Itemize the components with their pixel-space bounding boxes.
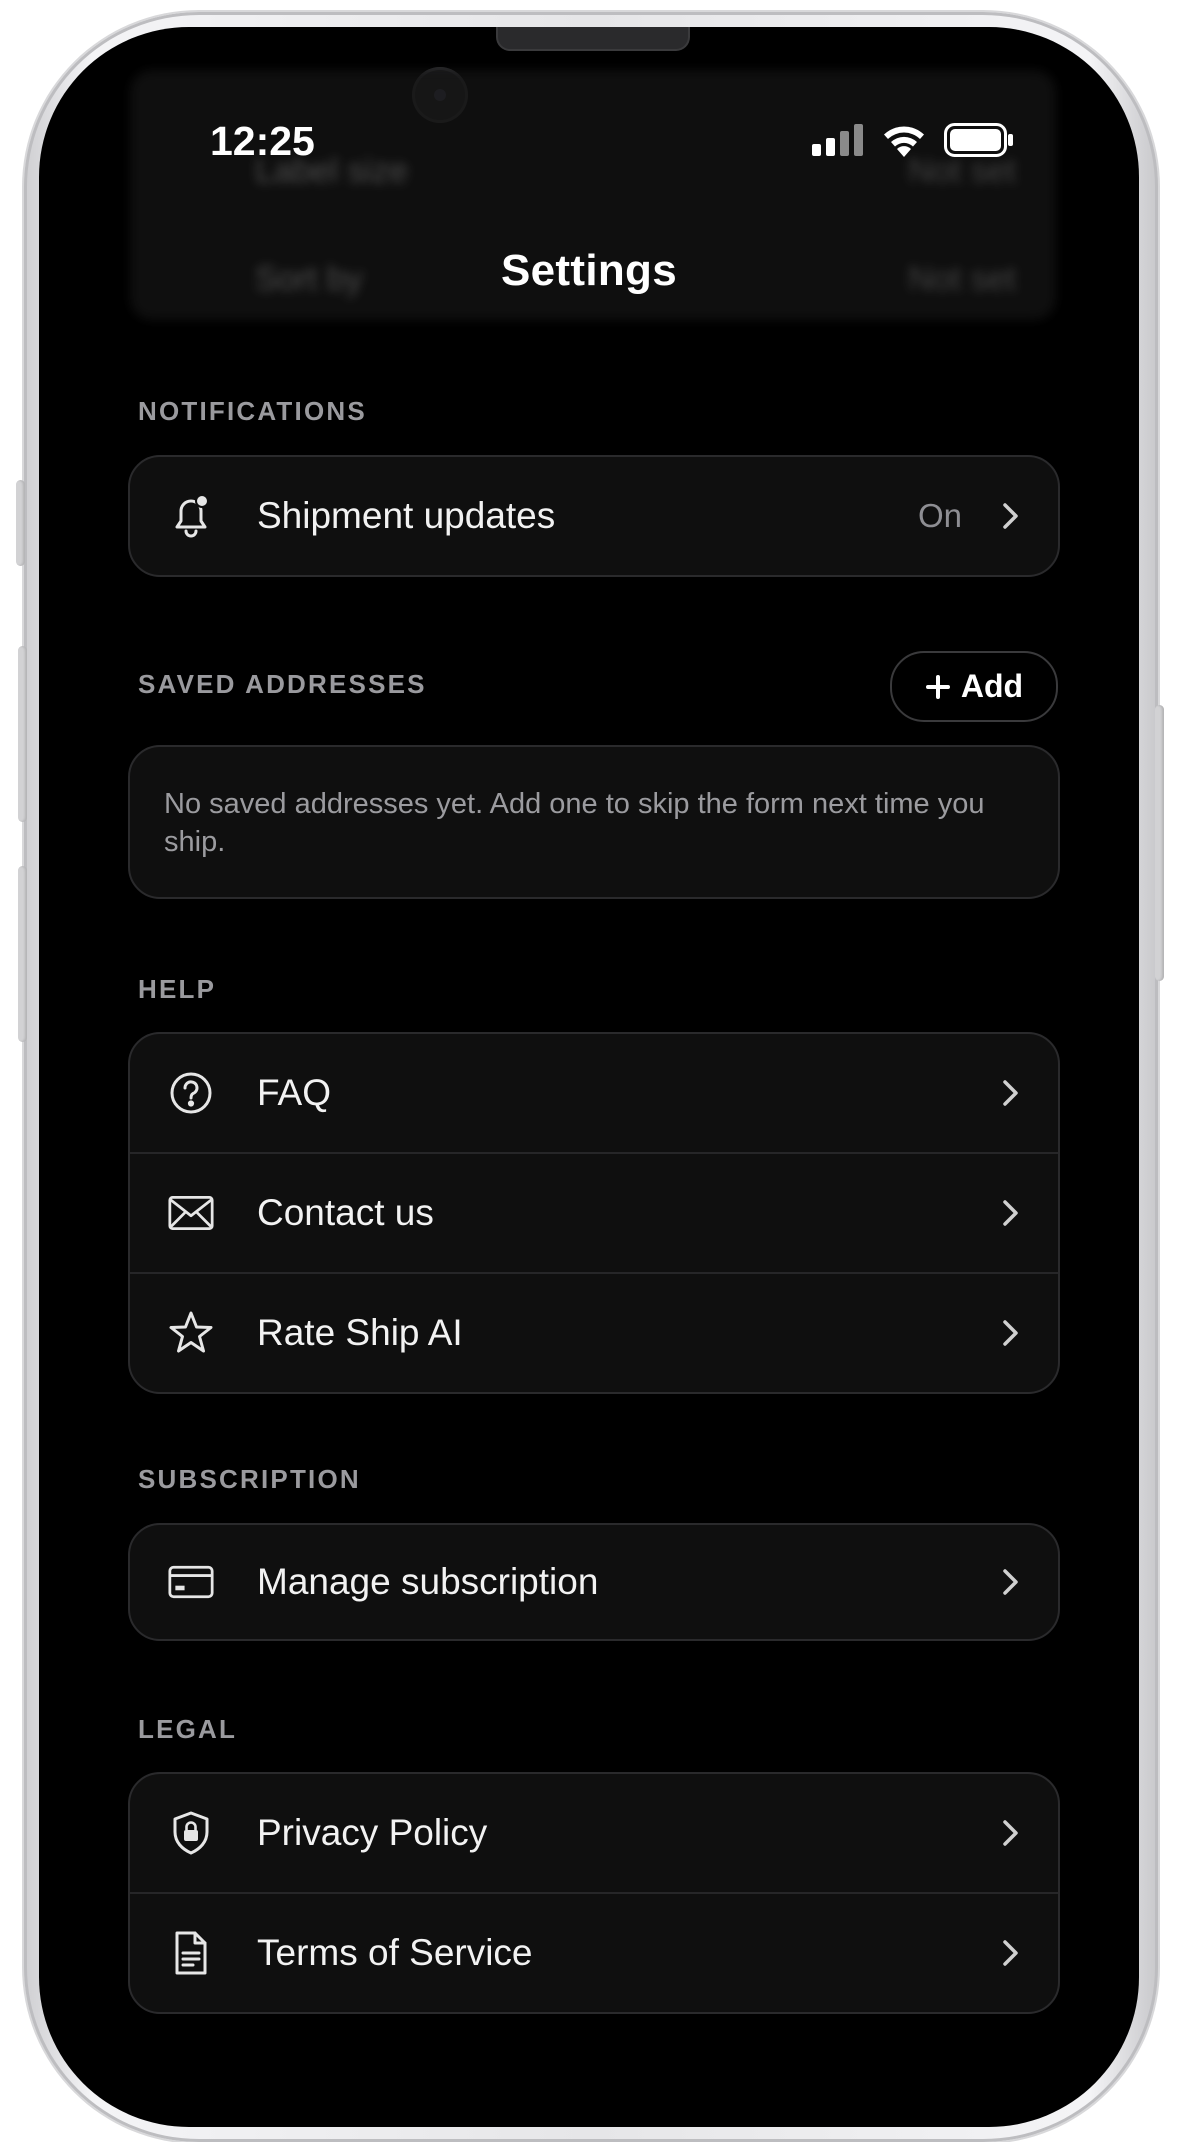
status-icons bbox=[812, 123, 1014, 157]
row-label: Manage subscription bbox=[257, 1561, 599, 1602]
help-card: FAQ Contact us Rate Ship AI bbox=[128, 1032, 1060, 1394]
bell-icon bbox=[168, 493, 214, 539]
volume-up-button bbox=[18, 646, 27, 822]
add-button-label: Add bbox=[960, 668, 1024, 704]
screen: Label size Not set Sort by Not set 12:25… bbox=[39, 27, 1139, 2127]
document-icon bbox=[168, 1930, 214, 1976]
mute-switch bbox=[16, 480, 25, 566]
status-time: 12:25 bbox=[210, 118, 315, 164]
chevron-right-icon bbox=[1003, 503, 1018, 529]
section-label-subscription: SUBSCRIPTION bbox=[138, 1464, 361, 1494]
row-faq[interactable]: FAQ bbox=[130, 1034, 1058, 1152]
section-label-saved-addresses: SAVED ADDRESSES bbox=[138, 669, 427, 699]
saved-addresses-card: No saved addresses yet. Add one to skip … bbox=[128, 745, 1060, 899]
notifications-card: Shipment updates On bbox=[128, 455, 1060, 577]
row-label: Rate Ship AI bbox=[257, 1312, 463, 1353]
row-shipment-updates[interactable]: Shipment updates On bbox=[130, 457, 1058, 575]
subscription-card: Manage subscription bbox=[128, 1523, 1060, 1641]
speaker-grille bbox=[496, 27, 690, 51]
section-label-legal: LEGAL bbox=[138, 1714, 238, 1744]
row-label: Privacy Policy bbox=[257, 1812, 488, 1853]
legal-card: Privacy Policy Terms of Service bbox=[128, 1772, 1060, 2014]
cellular-signal-icon bbox=[812, 124, 863, 156]
chevron-right-icon bbox=[1003, 1080, 1018, 1106]
battery-icon bbox=[944, 123, 1013, 157]
credit-card-icon bbox=[168, 1559, 214, 1605]
page-title: Settings bbox=[501, 246, 677, 295]
chevron-right-icon bbox=[1003, 1569, 1018, 1595]
row-contact-us[interactable]: Contact us bbox=[130, 1152, 1058, 1272]
row-rate-app[interactable]: Rate Ship AI bbox=[130, 1272, 1058, 1392]
chevron-right-icon bbox=[1003, 1820, 1018, 1846]
plus-icon bbox=[925, 674, 950, 699]
power-button bbox=[1155, 705, 1164, 981]
section-label-notifications: NOTIFICATIONS bbox=[138, 396, 367, 426]
wifi-icon bbox=[884, 126, 924, 157]
question-circle-icon bbox=[168, 1070, 214, 1116]
chevron-right-icon bbox=[1003, 1320, 1018, 1346]
ghost-row-value: Not set bbox=[908, 152, 1016, 190]
row-label: Contact us bbox=[257, 1192, 434, 1233]
section-label-help: HELP bbox=[138, 974, 217, 1004]
row-terms-of-service[interactable]: Terms of Service bbox=[130, 1892, 1058, 2012]
add-address-button[interactable]: Add bbox=[890, 651, 1058, 722]
volume-down-button bbox=[18, 866, 27, 1042]
chevron-right-icon bbox=[1003, 1200, 1018, 1226]
row-privacy-policy[interactable]: Privacy Policy bbox=[130, 1774, 1058, 1892]
shield-lock-icon bbox=[168, 1810, 214, 1856]
row-manage-subscription[interactable]: Manage subscription bbox=[130, 1525, 1058, 1639]
star-icon bbox=[168, 1310, 214, 1356]
row-label: Shipment updates bbox=[257, 495, 556, 536]
envelope-icon bbox=[168, 1190, 214, 1236]
row-label: Terms of Service bbox=[257, 1932, 533, 1973]
row-label: FAQ bbox=[257, 1072, 332, 1113]
chevron-right-icon bbox=[1003, 1940, 1018, 1966]
empty-state-text: No saved addresses yet. Add one to skip … bbox=[164, 788, 985, 858]
row-value: On bbox=[917, 497, 962, 534]
